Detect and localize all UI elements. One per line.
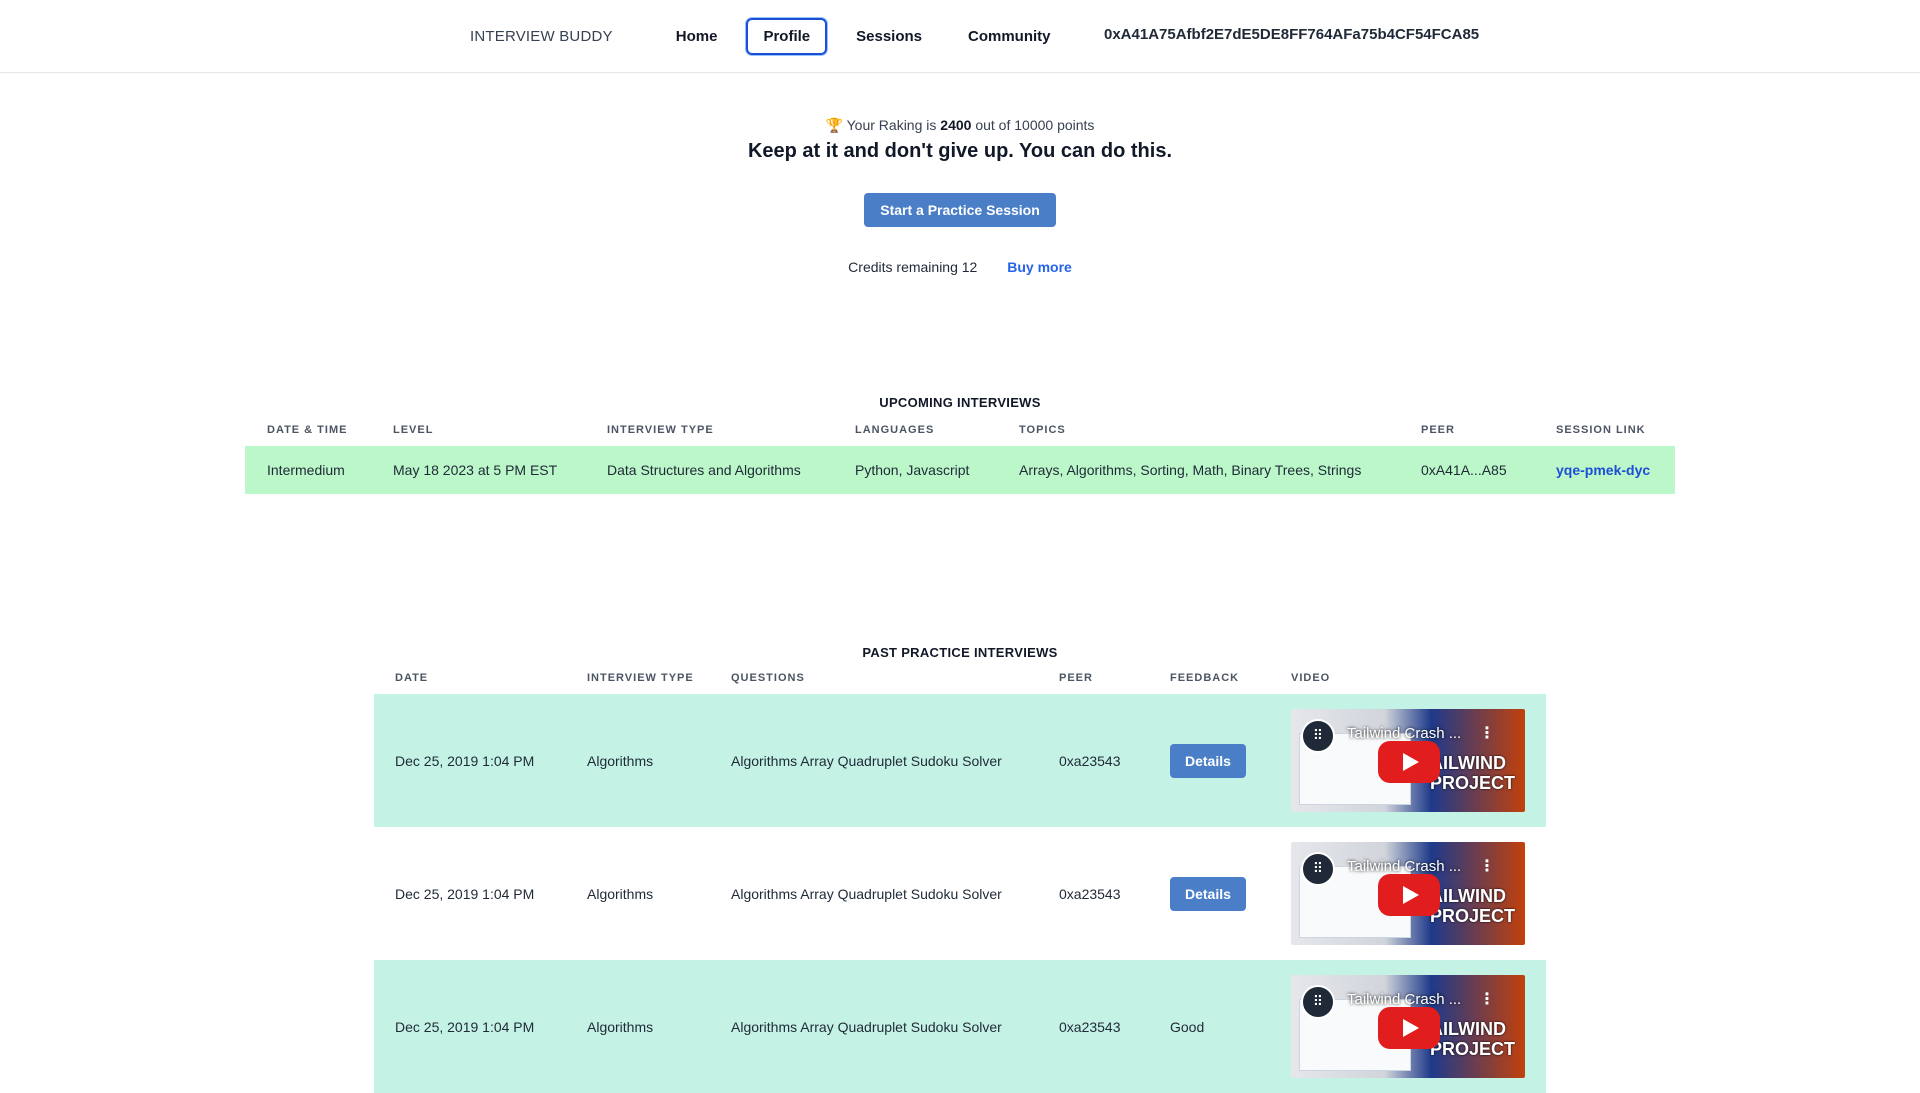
nav-community[interactable]: Community (951, 18, 1068, 55)
brand-logo[interactable]: INTERVIEW BUDDY (470, 28, 613, 45)
ranking-line: 🏆 Your Raking is 2400 out of 10000 point… (0, 117, 1920, 134)
past-title: PAST PRACTICE INTERVIEWS (862, 645, 1058, 660)
more-vert-icon[interactable]: ⋮ (1479, 856, 1495, 876)
cell-date: Dec 25, 2019 1:04 PM (395, 1018, 535, 1035)
col-interview-type: INTERVIEW TYPE (607, 424, 714, 436)
video-caption: AILWIND PROJECT (1429, 886, 1515, 926)
buy-more-link[interactable]: Buy more (1007, 259, 1072, 275)
col-video: VIDEO (1291, 672, 1331, 684)
upcoming-interviews-section: UPCOMING INTERVIEWS DATE & TIME LEVEL IN… (245, 395, 1675, 494)
video-thumbnail[interactable]: ⠿ Tailwind Crash ... ⋮ AILWIND PROJECT (1291, 975, 1525, 1078)
nav-profile[interactable]: Profile (746, 17, 828, 55)
channel-avatar-icon[interactable]: ⠿ (1301, 719, 1335, 753)
table-row: Dec 25, 2019 1:04 PM Algorithms Algorith… (374, 827, 1546, 960)
col-topics: TOPICS (1019, 424, 1066, 436)
col-interview-type: INTERVIEW TYPE (587, 672, 694, 684)
col-languages: LANGUAGES (855, 424, 935, 436)
video-caption: AILWIND PROJECT (1429, 1019, 1515, 1059)
cell-peer: 0xa23543 (1059, 885, 1121, 902)
cell-interview-type: Data Structures and Algorithms (607, 462, 801, 478)
col-feedback: FEEDBACK (1170, 672, 1240, 684)
wallet-address: 0xA41A75Afbf2E7dE5DE8FF764AFa75b4CF54FCA… (1104, 26, 1480, 43)
table-row: Intermedium May 18 2023 at 5 PM EST Data… (245, 446, 1675, 494)
col-session-link: SESSION LINK (1556, 424, 1646, 436)
video-title[interactable]: Tailwind Crash ... (1347, 991, 1461, 1008)
play-icon[interactable] (1378, 1007, 1440, 1049)
col-peer: PEER (1059, 672, 1093, 684)
hero-section: 🏆 Your Raking is 2400 out of 10000 point… (0, 117, 1920, 275)
start-practice-button[interactable]: Start a Practice Session (864, 193, 1056, 227)
cell-type: Algorithms (587, 752, 654, 769)
more-vert-icon[interactable]: ⋮ (1479, 723, 1495, 743)
details-button[interactable]: Details (1170, 743, 1246, 778)
video-thumbnail[interactable]: ⠿ Tailwind Crash ... ⋮ AILWIND PROJECT (1291, 709, 1525, 812)
col-peer: PEER (1421, 424, 1455, 436)
cell-type: Algorithms (587, 885, 654, 902)
cell-peer: 0xa23543 (1059, 1018, 1121, 1035)
col-questions: QUESTIONS (731, 672, 805, 684)
cell-questions: Algorithms Array Quadruplet Sudoku Solve… (731, 1018, 1002, 1035)
nav-sessions[interactable]: Sessions (839, 18, 939, 55)
channel-avatar-icon[interactable]: ⠿ (1301, 985, 1335, 1019)
cell-feedback: Good (1170, 1018, 1205, 1035)
video-title[interactable]: Tailwind Crash ... (1347, 858, 1461, 875)
video-caption: AILWIND PROJECT (1429, 753, 1515, 793)
top-navbar: INTERVIEW BUDDY Home Profile Sessions Co… (0, 0, 1920, 73)
cell-peer: 0xa23543 (1059, 752, 1121, 769)
cell-questions: Algorithms Array Quadruplet Sudoku Solve… (731, 885, 1002, 902)
col-date: DATE (395, 672, 429, 684)
cell-type: Algorithms (587, 1018, 654, 1035)
cell-date-time: Intermedium (267, 462, 345, 478)
table-row: Dec 25, 2019 1:04 PM Algorithms Algorith… (374, 960, 1546, 1093)
upcoming-title: UPCOMING INTERVIEWS (879, 395, 1041, 410)
motto-heading: Keep at it and don't give up. You can do… (747, 140, 1173, 162)
ranking-prefix: Your Raking is (846, 117, 937, 133)
ranking-suffix: out of 10000 points (975, 117, 1095, 133)
video-thumbnail[interactable]: ⠿ Tailwind Crash ... ⋮ AILWIND PROJECT (1291, 842, 1525, 945)
upcoming-table: DATE & TIME LEVEL INTERVIEW TYPE LANGUAG… (245, 424, 1675, 494)
channel-avatar-icon[interactable]: ⠿ (1301, 852, 1335, 886)
play-icon[interactable] (1378, 741, 1440, 783)
past-interviews-section: PAST PRACTICE INTERVIEWS DATE INTERVIEW … (374, 645, 1546, 1093)
more-vert-icon[interactable]: ⋮ (1479, 989, 1495, 1009)
table-row: Dec 25, 2019 1:04 PM Algorithms Algorith… (374, 694, 1546, 827)
play-icon[interactable] (1378, 874, 1440, 916)
session-link[interactable]: yqe-pmek-dyc (1556, 462, 1650, 478)
cell-date: Dec 25, 2019 1:04 PM (395, 885, 535, 902)
past-header-row: DATE INTERVIEW TYPE QUESTIONS PEER FEEDB… (374, 672, 1546, 694)
cell-level: May 18 2023 at 5 PM EST (393, 462, 558, 478)
video-title[interactable]: Tailwind Crash ... (1347, 725, 1461, 742)
col-date-time: DATE & TIME (267, 424, 348, 436)
cell-languages: Python, Javascript (855, 462, 970, 478)
ranking-value: 2400 (940, 117, 972, 133)
trophy-icon: 🏆 (825, 117, 843, 133)
credits-line: Credits remaining 12 Buy more (0, 259, 1920, 275)
details-button[interactable]: Details (1170, 876, 1246, 911)
cell-peer: 0xA41A...A85 (1421, 462, 1507, 478)
nav-inner: INTERVIEW BUDDY Home Profile Sessions Co… (470, 17, 1080, 55)
past-table: DATE INTERVIEW TYPE QUESTIONS PEER FEEDB… (374, 672, 1546, 1093)
nav-home[interactable]: Home (659, 18, 735, 55)
cell-questions: Algorithms Array Quadruplet Sudoku Solve… (731, 752, 1002, 769)
col-level: LEVEL (393, 424, 434, 436)
upcoming-header-row: DATE & TIME LEVEL INTERVIEW TYPE LANGUAG… (245, 424, 1675, 446)
cell-topics: Arrays, Algorithms, Sorting, Math, Binar… (1019, 462, 1362, 478)
credits-remaining: Credits remaining 12 (848, 259, 978, 275)
cell-date: Dec 25, 2019 1:04 PM (395, 752, 535, 769)
